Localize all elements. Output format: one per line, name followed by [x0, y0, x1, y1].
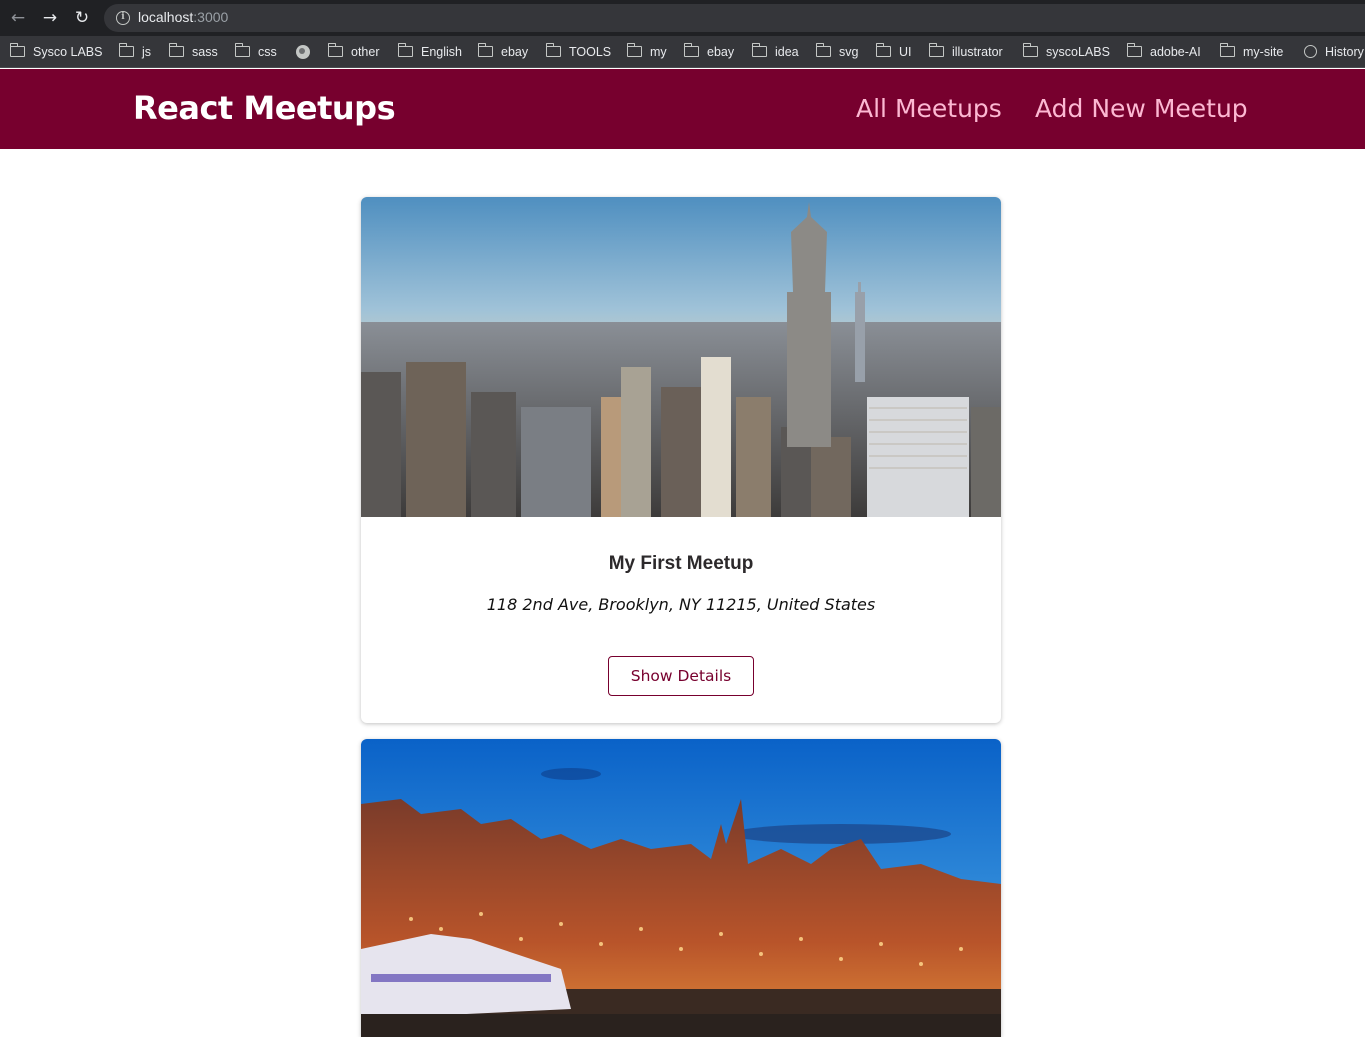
- nav-add-new-meetup[interactable]: Add New Meetup: [1035, 94, 1248, 123]
- bookmark-adobe-ai[interactable]: adobe-AI: [1126, 43, 1201, 61]
- bookmark-label: svg: [839, 45, 859, 59]
- bookmarks-bar: Sysco LABS js sass css other English eba…: [0, 36, 1365, 68]
- bookmark-label: my-site: [1243, 45, 1284, 59]
- bookmark-label: Sysco LABS: [33, 45, 103, 59]
- reload-icon[interactable]: ↻: [72, 8, 92, 28]
- bookmark-my-site[interactable]: my-site: [1219, 43, 1284, 61]
- bookmark-label: ebay: [707, 45, 735, 59]
- browser-toolbar: ← → ↻ i localhost:3000: [0, 0, 1365, 36]
- bookmark-syscolabs[interactable]: syscoLABS: [1022, 43, 1110, 61]
- url-port: :3000: [193, 9, 229, 25]
- nav-all-meetups[interactable]: All Meetups: [856, 94, 1002, 123]
- folder-icon: [1126, 43, 1142, 58]
- folder-icon: [118, 43, 134, 58]
- bookmark-illustrator[interactable]: illustrator: [928, 43, 1003, 61]
- meetup-address: 118 2nd Ave, Brooklyn, NY 11215, United …: [486, 595, 876, 614]
- bookmark-svg[interactable]: svg: [815, 43, 859, 61]
- meetup-image: [361, 197, 1001, 517]
- bookmark-label: adobe-AI: [1150, 45, 1201, 59]
- folder-icon: [815, 43, 831, 58]
- folder-icon: [751, 43, 767, 58]
- folder-icon: [477, 43, 493, 58]
- bookmark-idea[interactable]: idea: [751, 43, 799, 61]
- folder-icon: [168, 43, 184, 58]
- bookmark-label: illustrator: [952, 45, 1003, 59]
- meetup-title: My First Meetup: [608, 553, 754, 574]
- bookmark-js[interactable]: js: [118, 43, 152, 61]
- meetup-card: [361, 739, 1001, 1037]
- app-logo: React Meetups: [133, 89, 396, 127]
- meetup-card: My First Meetup 118 2nd Ave, Brooklyn, N…: [361, 197, 1001, 723]
- folder-icon: [9, 43, 25, 58]
- bookmark-label: css: [258, 45, 277, 59]
- bookmark-sysco-labs[interactable]: Sysco LABS: [9, 43, 103, 61]
- bookmark-label: sass: [192, 45, 218, 59]
- bookmark-label: js: [142, 45, 152, 59]
- url-host: localhost: [138, 9, 194, 25]
- bookmark-label: ebay: [501, 45, 529, 59]
- folder-icon: [928, 43, 944, 58]
- bookmark-tools[interactable]: TOOLS: [545, 43, 612, 61]
- bookmark-css[interactable]: css: [234, 43, 277, 61]
- bookmark-ui[interactable]: UI: [875, 43, 912, 61]
- bookmark-label: English: [421, 45, 462, 59]
- bookmark-label: syscoLABS: [1046, 45, 1110, 59]
- info-icon[interactable]: i: [116, 11, 130, 25]
- folder-icon: [1022, 43, 1038, 58]
- bookmark-label: TOOLS: [569, 45, 612, 59]
- folder-icon: [397, 43, 413, 58]
- forward-arrow-icon[interactable]: →: [40, 8, 60, 28]
- bookmark-label: History: [1325, 45, 1364, 59]
- harbor-night-photo: [361, 739, 1001, 1037]
- folder-icon: [1219, 43, 1235, 58]
- city-skyline-photo: [361, 197, 1001, 517]
- folder-icon: [626, 43, 642, 58]
- bookmark-ebay[interactable]: ebay: [477, 43, 529, 61]
- bookmark-sass[interactable]: sass: [168, 43, 218, 61]
- folder-icon: [327, 43, 343, 58]
- app-header: React Meetups All Meetups Add New Meetup: [0, 69, 1365, 149]
- bookmark-my[interactable]: my: [626, 43, 667, 61]
- folder-icon: [683, 43, 699, 58]
- url-text[interactable]: localhost:3000: [138, 9, 228, 25]
- folder-icon: [875, 43, 891, 58]
- bookmark-label: UI: [899, 45, 912, 59]
- globe-icon: [296, 44, 310, 59]
- bookmark-label: idea: [775, 45, 799, 59]
- back-arrow-icon[interactable]: ←: [8, 8, 28, 28]
- bookmark-label: other: [351, 45, 380, 59]
- folder-icon: [545, 43, 561, 58]
- bookmark-history[interactable]: History: [1304, 43, 1364, 61]
- address-bar[interactable]: i localhost:3000: [104, 4, 1365, 32]
- bookmark-globe[interactable]: [296, 43, 310, 61]
- history-icon: [1304, 45, 1317, 59]
- show-details-button[interactable]: Show Details: [608, 656, 754, 696]
- bookmark-label: my: [650, 45, 667, 59]
- meetup-content: My First Meetup 118 2nd Ave, Brooklyn, N…: [361, 517, 1001, 696]
- bookmark-english[interactable]: English: [397, 43, 462, 61]
- bookmark-other[interactable]: other: [327, 43, 380, 61]
- folder-icon: [234, 43, 250, 58]
- bookmark-ebay-2[interactable]: ebay: [683, 43, 735, 61]
- meetup-image: [361, 739, 1001, 1037]
